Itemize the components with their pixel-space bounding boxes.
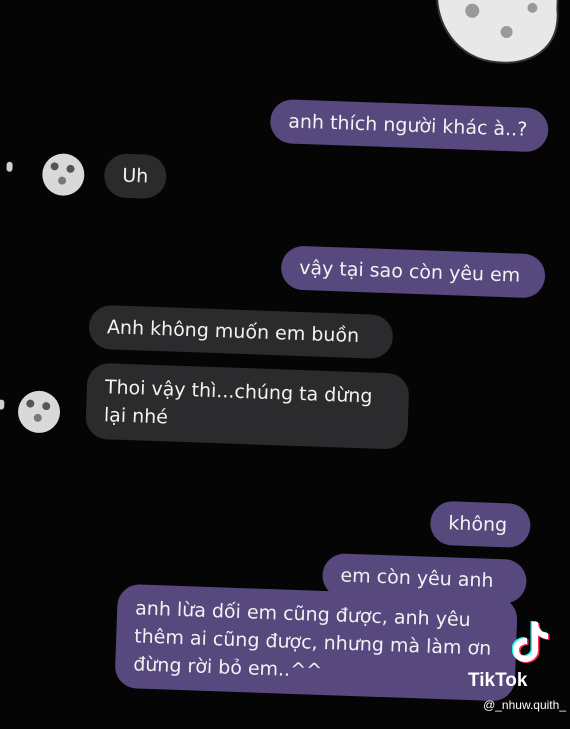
message-text: Anh không muốn em buồn xyxy=(106,316,360,348)
message-text: em còn yêu anh xyxy=(340,564,494,592)
message-text: Uh xyxy=(121,164,149,188)
message-text: anh thích người khác à..? xyxy=(287,110,528,141)
edge-avatar-fragment xyxy=(6,161,13,172)
message-bubble-received[interactable]: Anh không muốn em buồn xyxy=(88,304,394,360)
message-text: anh lừa dối em cũng được, anh yêu thêm a… xyxy=(132,597,492,682)
message-bubble-sent[interactable]: vậy tại sao còn yêu em xyxy=(280,245,546,299)
message-bubble-sent[interactable]: anh lừa dối em cũng được, anh yêu thêm a… xyxy=(114,583,518,702)
message-bubble-sent[interactable]: không xyxy=(429,500,532,549)
avatar xyxy=(41,152,86,197)
tiktok-logo-icon xyxy=(512,621,550,663)
message-text: không xyxy=(448,512,508,537)
message-bubble-received[interactable]: Thoi vậy thì...chúng ta dừng lại nhé xyxy=(85,362,410,450)
tiktok-watermark: TikTok @_nhuw.quith_ xyxy=(468,620,568,720)
edge-avatar-fragment xyxy=(0,399,5,410)
avatar xyxy=(17,390,61,434)
sticker-image xyxy=(436,0,560,64)
message-text: vậy tại sao còn yêu em xyxy=(298,256,521,287)
message-bubble-sent[interactable]: anh thích người khác à..? xyxy=(269,98,549,153)
message-text: Thoi vậy thì...chúng ta dừng lại nhé xyxy=(103,376,373,429)
tiktok-brand-text: TikTok xyxy=(468,670,528,691)
message-bubble-received[interactable]: Uh xyxy=(103,153,168,200)
tiktok-handle-text: @_nhuw.quith_ xyxy=(483,698,566,712)
